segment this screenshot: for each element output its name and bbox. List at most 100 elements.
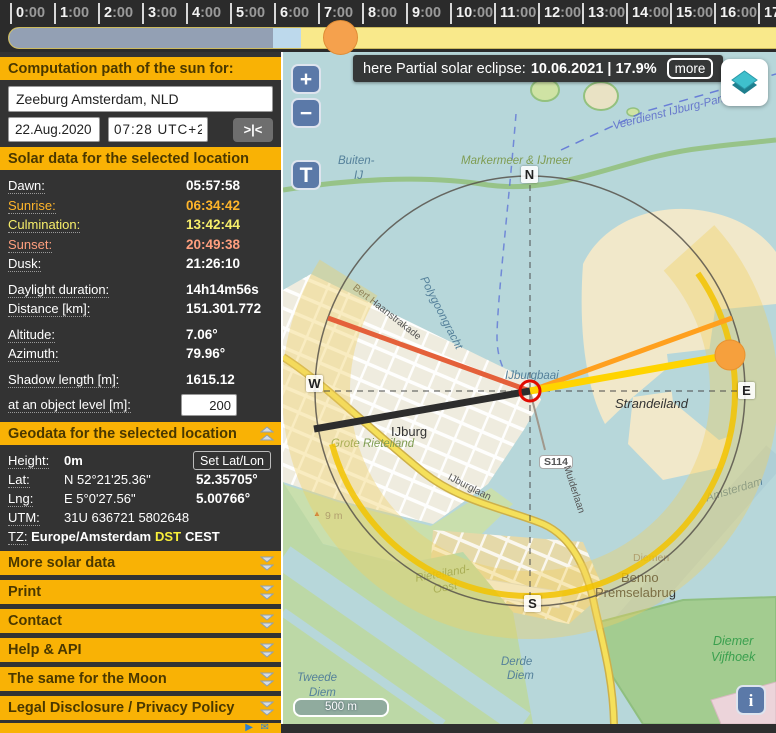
timeline-tick[interactable]: 15:00: [670, 3, 713, 24]
zoom-out-button[interactable]: −: [291, 98, 321, 128]
timeline-tick[interactable]: 3:00: [142, 3, 177, 24]
accordion-item[interactable]: Help & API: [0, 638, 281, 662]
timeline-tick[interactable]: 14:00: [626, 3, 669, 24]
time-input[interactable]: [108, 117, 208, 142]
map-label: Muiderlaan: [561, 464, 587, 514]
tz-dst-flag: DST: [155, 529, 181, 544]
solar-row-label: Dawn:: [8, 178, 45, 194]
solar-row-value: 13:42:44: [186, 217, 240, 232]
time-slider-track[interactable]: [8, 27, 776, 49]
solar-row-label: Daylight duration:: [8, 282, 109, 298]
solar-row-label: Sunset:: [8, 237, 52, 253]
height-label: Height:: [8, 453, 49, 469]
map-labels: Buiten-IJVeerdienst IJburg-PampusMarkerm…: [283, 52, 776, 724]
solar-row-label: Culmination:: [8, 217, 80, 233]
solar-row-value: 14h14m56s: [186, 282, 259, 297]
solar-data-row: Sunrise: 06:34:42: [8, 196, 273, 216]
object-level-input[interactable]: [181, 394, 237, 416]
solar-row-label: Altitude:: [8, 327, 55, 343]
timeline-tick[interactable]: 12:00: [538, 3, 581, 24]
timeline-tick[interactable]: 9:00: [406, 3, 441, 24]
accordion-item[interactable]: The same for the Moon: [0, 667, 281, 691]
solar-data-row: Culmination: 13:42:44: [8, 215, 273, 235]
map-label: IJburgbaai: [505, 370, 559, 382]
map-label: Derde: [501, 656, 532, 668]
lng-label: Lng:: [8, 491, 33, 507]
layers-icon: [721, 59, 768, 106]
expand-chevron-icon: [260, 642, 274, 662]
map-label: Strandeiland: [615, 396, 688, 411]
zoom-in-button[interactable]: +: [291, 64, 321, 94]
map-label: Diemer: [713, 634, 753, 648]
eclipse-tooltip-value: 10.06.2021 | 17.9%: [531, 61, 657, 77]
timeline-tick[interactable]: 6:00: [274, 3, 309, 24]
solar-data-row: Azimuth: 79.96°: [8, 344, 273, 364]
lat-label: Lat:: [8, 472, 30, 488]
solar-row-value: 7.06°: [186, 327, 218, 342]
now-button[interactable]: >|<: [233, 118, 273, 142]
map-canvas[interactable]: Buiten-IJVeerdienst IJburg-PampusMarkerm…: [283, 52, 776, 724]
tz-abbr: CEST: [185, 529, 220, 544]
layers-button[interactable]: [721, 59, 768, 106]
map-label: IJ: [354, 170, 363, 182]
solar-data-row: Sunset: 20:49:38: [8, 235, 273, 255]
lng-decimal-value: 5.00766°: [196, 491, 250, 506]
compass-label: E: [738, 382, 755, 399]
utm-row: UTM: 31U 636721 5802648: [8, 508, 273, 527]
info-button[interactable]: i: [736, 685, 766, 715]
solar-row-label: Azimuth:: [8, 346, 59, 362]
timeline-tick[interactable]: 1:00: [54, 3, 89, 24]
tz-label: TZ:: [8, 529, 28, 545]
solar-data-row: Dawn: 05:57:58: [8, 176, 273, 196]
timeline-tick[interactable]: 10:00: [450, 3, 493, 24]
solar-data-row: Daylight duration: 14h14m56s: [8, 280, 273, 300]
map-label: Benno: [621, 570, 659, 585]
utm-value: 31U 636721 5802648: [64, 510, 189, 525]
object-level-row: at an object level [m]:: [8, 393, 273, 417]
eclipse-more-button[interactable]: more: [667, 58, 714, 79]
location-input[interactable]: [8, 86, 273, 112]
object-level-label: at an object level [m]:: [8, 397, 131, 413]
accordion-item[interactable]: Print: [0, 580, 281, 604]
date-time-row: >|<: [8, 117, 273, 142]
map-label: ▲: [313, 509, 321, 518]
collapse-chevron-icon[interactable]: [260, 426, 274, 446]
solar-data-row: Dusk: 21:26:10: [8, 254, 273, 274]
timeline-tick[interactable]: 16:00: [714, 3, 757, 24]
accordion-list: More solar data Print Contact Help & API: [0, 551, 281, 720]
slider-night-segment: [9, 28, 273, 48]
timeline-tick[interactable]: 5:00: [230, 3, 265, 24]
accordion-item[interactable]: More solar data: [0, 551, 281, 575]
slider-day-segment: [301, 28, 776, 48]
eclipse-tooltip: here Partial solar eclipse: 10.06.2021 |…: [353, 55, 723, 82]
map-label: Grote Rieteiland: [331, 438, 414, 450]
timeline-tick[interactable]: 13:00: [582, 3, 625, 24]
timeline-tick[interactable]: 2:00: [98, 3, 133, 24]
timeline-tick[interactable]: 4:00: [186, 3, 221, 24]
expand-chevron-icon: [260, 700, 274, 720]
section-geodata-header[interactable]: Geodata for the selected location: [0, 422, 281, 445]
lat-decimal-value: 52.35705°: [196, 472, 258, 487]
solar-data-row: Shadow length [m]: 1615.12: [8, 370, 273, 390]
map-label: Premselabrug: [595, 585, 676, 600]
solar-data-row: Distance [km]: 151.301.772: [8, 299, 273, 319]
geodata-rows: Height: 0m Set Lat/Lon Lat: N 52°21'25.3…: [8, 451, 273, 546]
timeline-tick[interactable]: 0:00: [10, 3, 45, 24]
time-slider-handle[interactable]: [323, 20, 358, 55]
timeline-tick[interactable]: 11:00: [494, 3, 536, 24]
set-latlon-button[interactable]: Set Lat/Lon: [193, 451, 271, 470]
date-input[interactable]: [8, 117, 100, 142]
accordion-item[interactable]: Legal Disclosure / Privacy Policy: [0, 696, 281, 720]
accordion-item[interactable]: Contact: [0, 609, 281, 633]
solar-row-value: 151.301.772: [186, 301, 261, 316]
map-label: IJburglaan: [446, 472, 493, 503]
section-computation-header: Computation path of the sun for:: [0, 57, 281, 80]
compass-label: S: [524, 595, 541, 612]
terrain-button[interactable]: T: [291, 160, 321, 190]
section-solar-header: Solar data for the selected location: [0, 147, 281, 170]
timeline-tick[interactable]: 17:00: [758, 3, 776, 24]
timeline-tick[interactable]: 8:00: [362, 3, 397, 24]
map-label: Buiten-: [338, 155, 374, 167]
solar-row-value: 1615.12: [186, 372, 235, 387]
solar-row-value: 79.96°: [186, 346, 225, 361]
